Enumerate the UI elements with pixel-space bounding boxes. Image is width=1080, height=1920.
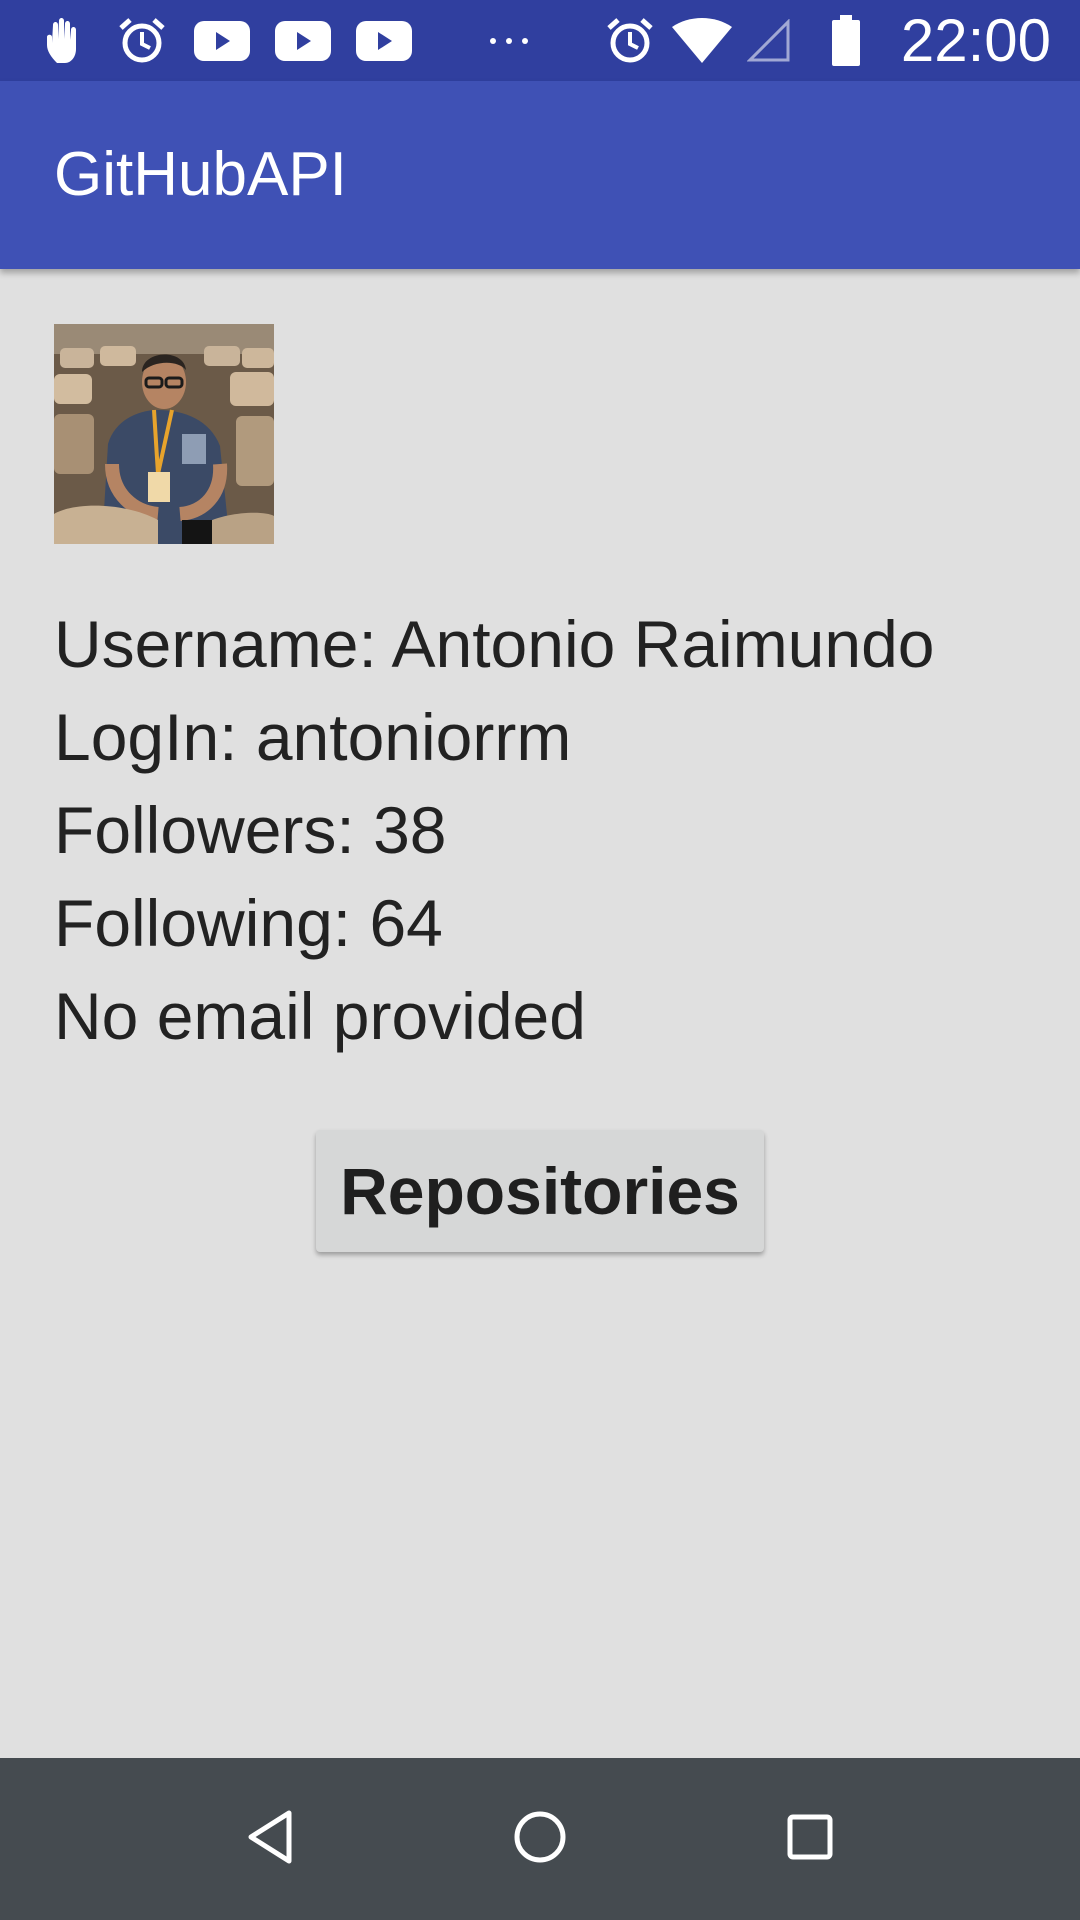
- app-bar: GitHubAPI: [0, 81, 1080, 269]
- avatar: [54, 324, 274, 544]
- back-button[interactable]: [180, 1758, 360, 1920]
- battery-icon: [828, 14, 864, 68]
- alarm-icon: [116, 14, 168, 68]
- followers-text: Followers: 38: [54, 793, 447, 867]
- navigation-bar: [0, 1758, 1080, 1920]
- following-text: Following: 64: [54, 886, 443, 960]
- youtube-icon: [273, 14, 333, 68]
- youtube-icon: [192, 14, 252, 68]
- profile-info: Username: Antonio Raimundo LogIn: antoni…: [54, 598, 935, 1063]
- hand-touch-icon: [38, 14, 88, 68]
- status-clock: 22:00: [900, 7, 1051, 74]
- cell-signal-icon: [746, 14, 792, 68]
- status-bar: 22:00: [0, 0, 1080, 81]
- back-icon: [245, 1809, 295, 1869]
- recents-icon: [786, 1813, 834, 1865]
- home-button[interactable]: [450, 1758, 630, 1920]
- login-text: LogIn: antoniorrm: [54, 700, 572, 774]
- home-icon: [513, 1810, 567, 1868]
- app-title: GitHubAPI: [54, 140, 347, 209]
- screen: 22:00 GitHubAPI Username: Antonio Raimun…: [0, 0, 1080, 1920]
- more-dots-icon: [486, 14, 532, 68]
- recents-button[interactable]: [720, 1758, 900, 1920]
- alarm-icon: [604, 14, 656, 68]
- repositories-button[interactable]: Repositories: [316, 1130, 764, 1252]
- wifi-icon: [670, 14, 734, 68]
- youtube-icon: [354, 14, 414, 68]
- email-text: No email provided: [54, 979, 586, 1053]
- username-text: Username: Antonio Raimundo: [54, 607, 935, 681]
